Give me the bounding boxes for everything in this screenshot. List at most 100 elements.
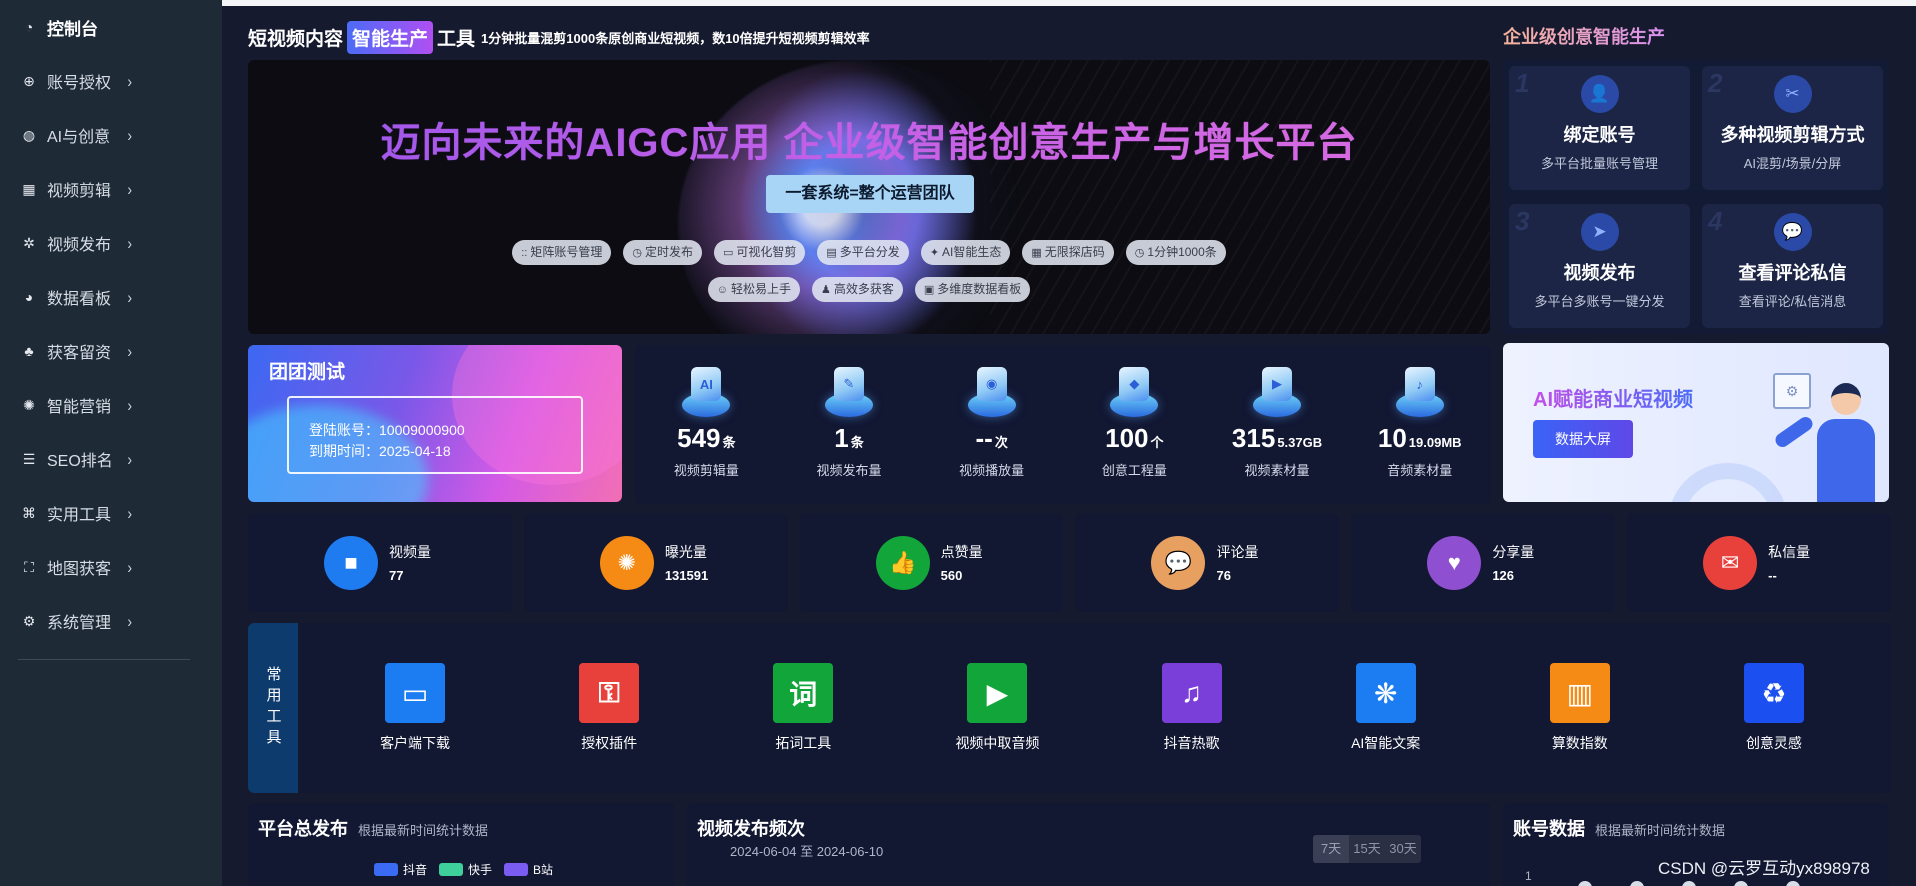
stat-label: 视频播放量 <box>959 463 1025 478</box>
account-title-text: 账号数据 <box>1513 819 1585 839</box>
chevron-right-icon: › <box>127 341 132 361</box>
stat-value: 549 条 <box>677 423 735 454</box>
sidebar-item-label: 系统管理 <box>47 615 112 632</box>
step-card-1[interactable]: 1 👤 绑定账号 多平台批量账号管理 <box>1509 66 1690 190</box>
expiry-value: 2025-04-18 <box>379 443 451 459</box>
metric-card: ✺ 曝光量 131591 <box>523 513 788 612</box>
chip-icon: :: <box>521 247 528 259</box>
map-pin-icon: ⛶ <box>24 558 34 575</box>
legend-item[interactable]: B站 <box>504 861 553 878</box>
sidebar-item-5[interactable]: ◕ 数据看板 › <box>0 270 222 324</box>
sidebar-item-11[interactable]: ⚙ 系统管理 › <box>0 594 222 648</box>
chart-dots <box>1578 881 1800 886</box>
step-number: 2 <box>1708 68 1723 98</box>
stat-label: 视频剪辑量 <box>673 463 739 478</box>
feature-chip: ▤ 多平台分发 <box>817 240 909 265</box>
step-title: 绑定账号 <box>1563 125 1636 145</box>
sidebar-item-7[interactable]: ✺ 智能营销 › <box>0 378 222 432</box>
legend-item[interactable]: 快手 <box>439 861 492 878</box>
chip-label: 多维度数据看板 <box>937 282 1022 296</box>
tool-item[interactable]: ▭ 客户端下载 <box>355 663 475 753</box>
chip-label: 可视化智剪 <box>736 245 797 259</box>
pie-chart-icon: ◕ <box>24 289 34 305</box>
stat-label: 视频发布量 <box>816 463 882 478</box>
camera-cube-icon: ◉ <box>963 363 1021 421</box>
sidebar-item-0[interactable]: ◔ 控制台 <box>0 0 222 54</box>
stat-unit: 个 <box>1150 435 1164 450</box>
feature-chip: ◷ 1分钟1000条 <box>1125 240 1226 265</box>
bar-chart-icon: ▥ <box>1549 663 1610 723</box>
tool-item[interactable]: ♫ 抖音热歌 <box>1132 663 1252 753</box>
stat-unit: 条 <box>850 435 864 450</box>
target-icon: ⊕ <box>23 72 35 89</box>
sidebar-item-label: 地图获客 <box>47 561 112 578</box>
chip-label: 1分钟1000条 <box>1147 245 1217 259</box>
stat-value: 315 5.37GB <box>1232 423 1322 454</box>
stat-unit: 条 <box>722 435 736 450</box>
tool-label: 授权插件 <box>581 735 638 751</box>
range-button-1[interactable]: 15天 <box>1349 835 1385 863</box>
sidebar-item-1[interactable]: ⊕ 账号授权 › <box>0 54 222 108</box>
range-button-0[interactable]: 7天 <box>1313 835 1349 863</box>
expiry-line: 到期时间：2025-04-18 <box>309 441 581 462</box>
tool-item[interactable]: ▶ 视频中取音频 <box>937 663 1057 753</box>
tool-label: 算数指数 <box>1551 735 1608 751</box>
chips-row-1: :: 矩阵账号管理 ◷ 定时发布 ▭ 可视化智剪 ▤ 多平台分发 ✦ AI智能生态 ▦ 无限探店码 ◷ 1… <box>248 240 1490 265</box>
platform-title-text: 平台总发布 <box>258 819 348 839</box>
feature-chip: ◷ 定时发布 <box>623 240 702 265</box>
sidebar-item-8[interactable]: ☰ SEO排名 › <box>0 432 222 486</box>
step-desc: 多平台多账号一键分发 <box>1534 294 1665 309</box>
scissors-icon: ✂ <box>1773 75 1812 113</box>
step-desc: 查看评论/私信消息 <box>1738 294 1847 309</box>
sidebar-item-label: SEO排名 <box>47 453 113 470</box>
account-line: 登陆账号：10009000900 <box>309 420 581 441</box>
chip-label: 高效多获客 <box>833 282 894 296</box>
data-screen-button[interactable]: 数据大屏 <box>1533 420 1633 458</box>
range-button-2[interactable]: 30天 <box>1385 835 1421 863</box>
frequency-panel-title: 视频发布频次 <box>697 819 805 839</box>
stat-number: 549 <box>677 423 721 453</box>
step-card-2[interactable]: 2 ✂ 多种视频剪辑方式 AI混剪/场景/分屏 <box>1702 66 1883 190</box>
tool-label: 拓词工具 <box>775 735 832 751</box>
sidebar-item-9[interactable]: ⌘ 实用工具 › <box>0 486 222 540</box>
chip-label: 无限探店码 <box>1044 245 1105 259</box>
tool-item[interactable]: ❋ AI智能文案 <box>1326 663 1446 753</box>
metric-label: 评论量 <box>1216 544 1259 560</box>
account-panel-title: 账号数据 根据最新时间统计数据 <box>1513 815 1725 841</box>
sidebar-item-10[interactable]: ⛶ 地图获客 › <box>0 540 222 594</box>
metric-label: 视频量 <box>389 544 431 560</box>
header-title-suffix: 工具 <box>437 28 476 50</box>
publish-frequency-panel: 视频发布频次 2024-06-04 至 2024-06-10 7天 15天 30天 <box>687 803 1490 886</box>
tools-list: ▭ 客户端下载 ⚿ 授权插件 词拓词工具 ▶ 视频中取音频 ♫ 抖音热歌 ❋ AI智能文案 ▥ 算数指数… <box>298 623 1891 793</box>
decor-ring <box>1668 463 1788 502</box>
team-name: 团团测试 <box>269 362 346 383</box>
music-note-icon: ♫ <box>1161 663 1222 723</box>
stat-label: 创意工程量 <box>1101 463 1167 478</box>
user-heart-icon: ♥ <box>1427 535 1482 590</box>
tool-item[interactable]: 词拓词工具 <box>743 663 863 753</box>
sidebar-item-6[interactable]: ♣ 获客留资 › <box>0 324 222 378</box>
header-title-prefix: 短视频内容 <box>248 28 344 50</box>
tool-item[interactable]: ⚿ 授权插件 <box>549 663 669 753</box>
paper-plane-icon: ➤ <box>1580 213 1619 251</box>
chip-icon: ▤ <box>826 247 837 259</box>
sidebar-item-label: 视频发布 <box>47 237 112 254</box>
step-card-4[interactable]: 4 💬 查看评论私信 查看评论/私信消息 <box>1702 204 1883 328</box>
chip-icon: ▣ <box>923 284 935 296</box>
step-card-3[interactable]: 3 ➤ 视频发布 多平台多账号一键分发 <box>1509 204 1690 328</box>
banner-title: 迈向未来的AIGC应用 企业级智能创意生产与增长平台 <box>248 110 1490 168</box>
tool-item[interactable]: ♻ 创意灵感 <box>1714 663 1834 753</box>
legend-item[interactable]: 抖音 <box>374 861 427 878</box>
chip-icon: ◷ <box>632 247 642 259</box>
sidebar-item-4[interactable]: ✲ 视频发布 › <box>0 216 222 270</box>
stat-number: 100 <box>1105 423 1149 453</box>
chip-icon: ▦ <box>1031 247 1042 259</box>
metric-card: 💬 评论量 76 <box>1075 513 1340 612</box>
metric-value: -- <box>1768 568 1777 583</box>
metric-label: 点赞量 <box>940 544 983 560</box>
metric-value: 77 <box>389 568 404 583</box>
sidebar-item-2[interactable]: ◍ AI与创意 › <box>0 108 222 162</box>
tool-item[interactable]: ▥ 算数指数 <box>1520 663 1640 753</box>
sidebar-divider <box>18 659 190 660</box>
sidebar-item-3[interactable]: ▦ 视频剪辑 › <box>0 162 222 216</box>
